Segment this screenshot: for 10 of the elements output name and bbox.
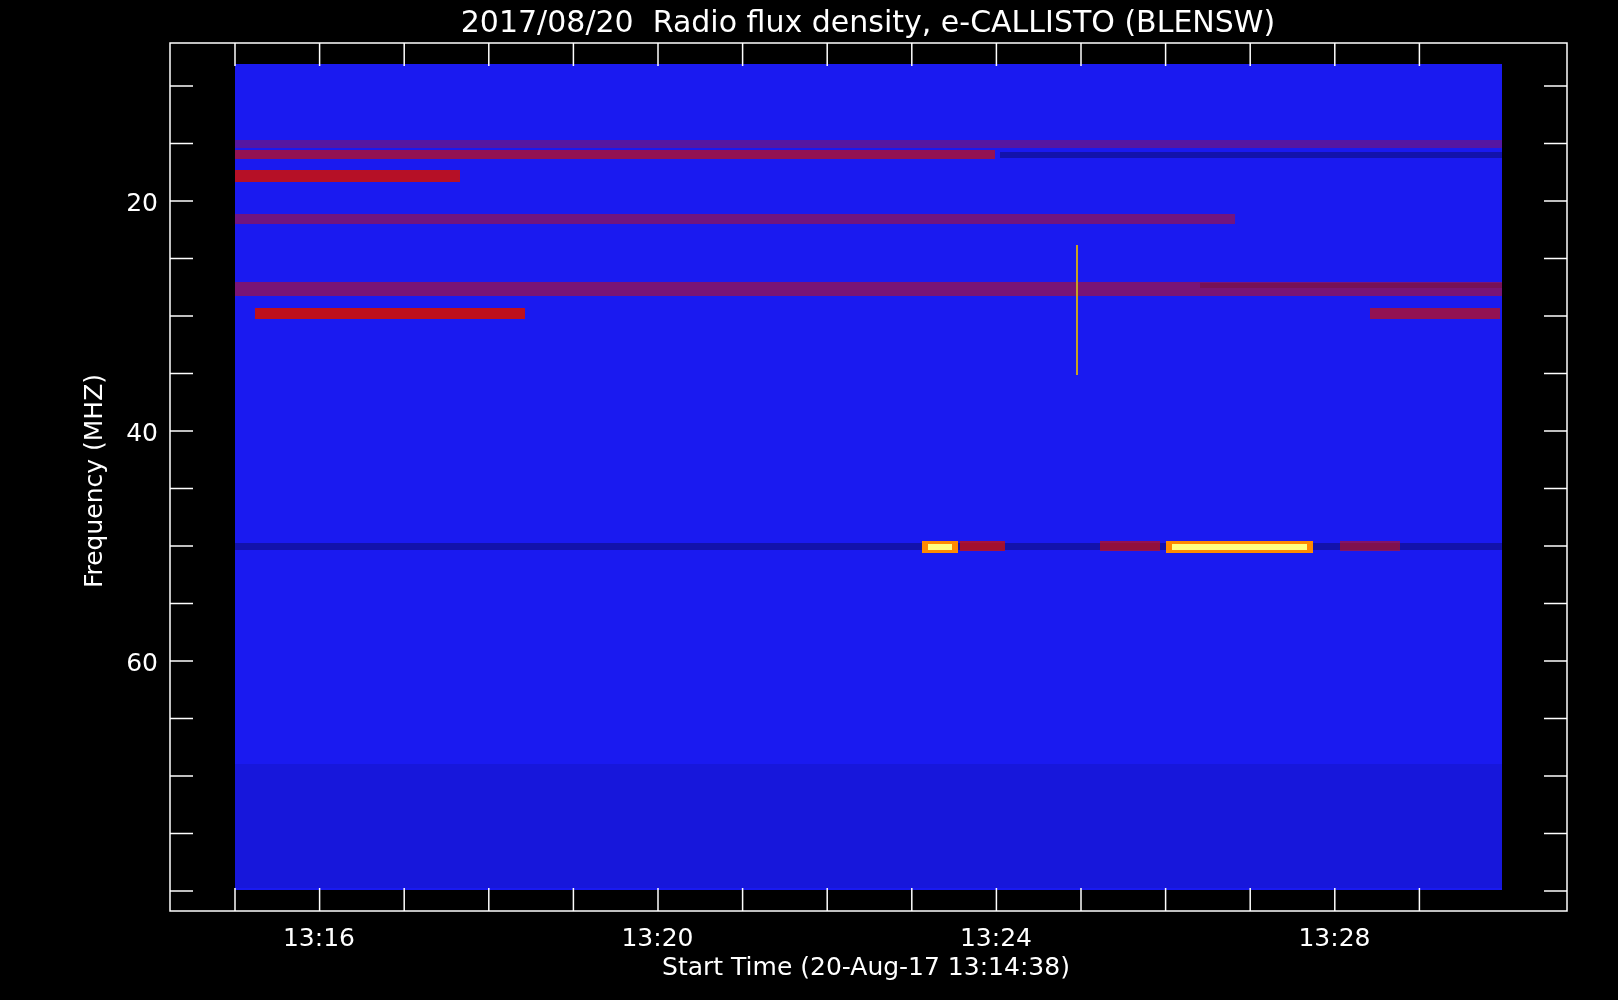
y-tick-label: 40 [126, 418, 158, 447]
chart-title: 2017/08/20 Radio flux density, e-CALLISTO (BLENSW) [460, 4, 1276, 39]
x-tick-label: 13:28 [1298, 923, 1371, 952]
x-tick-label: 13:24 [960, 923, 1032, 952]
y-tick-label: 20 [126, 188, 158, 217]
x-tick-label: 13:20 [621, 923, 694, 952]
x-axis-label: Start Time (20-Aug-17 13:14:38) [662, 952, 1070, 981]
x-tick-label: 13:16 [283, 923, 355, 952]
y-axis-label: Frequency (MHZ) [79, 373, 108, 589]
y-tick-label: 60 [126, 648, 158, 677]
